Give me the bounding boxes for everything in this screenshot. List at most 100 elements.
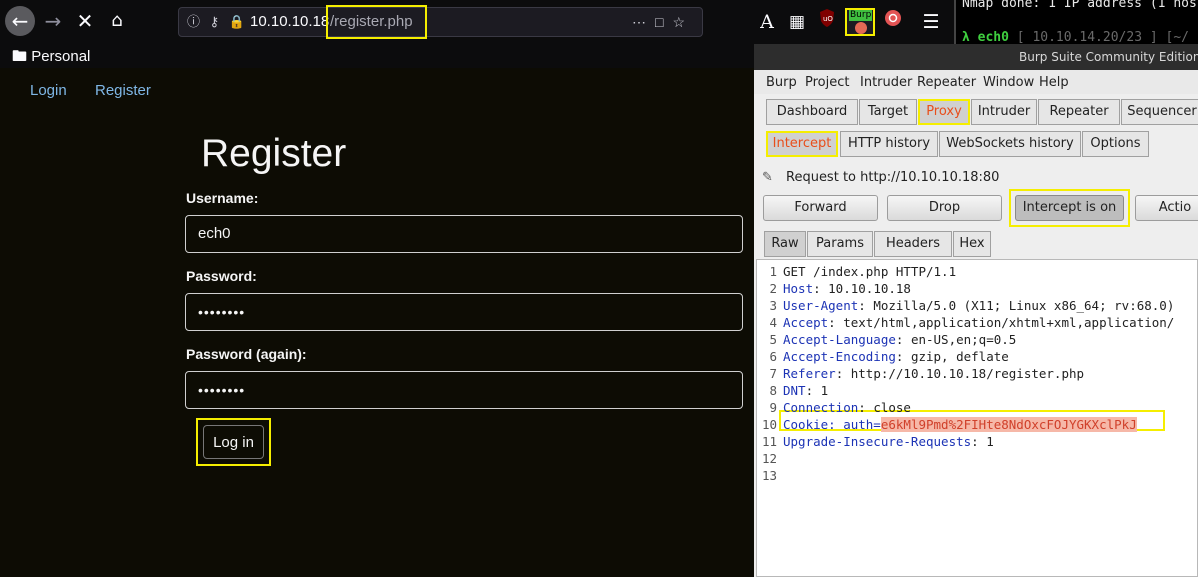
forward-button[interactable]: Forward	[763, 195, 878, 221]
tab-raw[interactable]: Raw	[764, 231, 806, 257]
tab-sequencer[interactable]: Sequencer	[1121, 99, 1198, 125]
site-info-icon[interactable]: ⓘ ⚷ 🔒	[187, 8, 248, 36]
menu-help[interactable]: Help	[1039, 75, 1069, 90]
tab-dashboard[interactable]: Dashboard	[766, 99, 858, 125]
forward-button[interactable]: →	[38, 6, 68, 36]
url-path: /register.php	[326, 5, 427, 39]
terminal-window: Nmap done: 1 IP address (1 hos λ ech0 [ …	[954, 0, 1198, 45]
line-number: 8	[769, 383, 777, 398]
intercept-toggle-button[interactable]: Intercept is on	[1015, 195, 1124, 221]
burp-dot-icon	[855, 22, 867, 34]
password-again-label: Password (again):	[186, 346, 307, 362]
drop-button[interactable]: Drop	[887, 195, 1002, 221]
auth-cookie-value: e6kMl9Pmd%2FIHte8NdOxcFOJYGKXclPkJ	[880, 417, 1137, 432]
tab-websockets-history[interactable]: WebSockets history	[939, 131, 1081, 157]
username-input[interactable]: ech0	[185, 215, 743, 253]
login-button[interactable]: Log in	[203, 425, 264, 459]
action-button[interactable]: Actio	[1135, 195, 1198, 221]
line-content: Accept-Encoding: gzip, deflate	[783, 348, 1009, 365]
burp-titlebar: Burp Suite Community Edition v2	[754, 44, 1198, 70]
header-value: : en-US,en;q=0.5	[895, 332, 1017, 347]
tab-intercept[interactable]: Intercept	[766, 131, 838, 157]
menu-burp[interactable]: Burp	[766, 75, 797, 90]
header-name: Upgrade-Insecure-Requests	[783, 434, 972, 449]
line-content: Accept-Language: en-US,en;q=0.5	[783, 331, 1016, 348]
login-link[interactable]: Login	[30, 82, 67, 99]
line-number: 9	[769, 400, 777, 415]
font-icon[interactable]: A	[756, 8, 778, 36]
tab-options[interactable]: Options	[1082, 131, 1149, 157]
tab-proxy[interactable]: Proxy	[918, 99, 970, 125]
prompt-path: [ 10.10.14.20/23 ] [~/	[1008, 30, 1189, 45]
url-bar[interactable]: ⓘ ⚷ 🔒 10.10.10.18 /register.php ⋯□☆	[178, 5, 703, 39]
line-content: GET /index.php HTTP/1.1	[783, 263, 956, 280]
line-number: 2	[769, 281, 777, 296]
line-content: Host: 10.10.10.18	[783, 280, 911, 297]
bookmark-label: Personal	[31, 48, 91, 65]
header-value: : 10.10.10.18	[813, 281, 911, 296]
line-number: 4	[769, 315, 777, 330]
tab-intruder[interactable]: Intruder	[971, 99, 1037, 125]
tab-headers[interactable]: Headers	[874, 231, 952, 257]
burp-extension-icon[interactable]: Burp	[845, 8, 875, 36]
burp-title: Burp Suite Community Edition v2	[1019, 50, 1198, 64]
browser-toolbar: ← → ✕ ⌂ ⓘ ⚷ 🔒 10.10.10.18 /register.php …	[0, 0, 954, 44]
header-value: : close	[858, 400, 911, 415]
url-host: 10.10.10.18	[250, 13, 330, 30]
menu-repeater[interactable]: Repeater	[917, 75, 976, 90]
hamburger-menu-icon[interactable]: ☰	[920, 8, 942, 36]
tab-http-history[interactable]: HTTP history	[840, 131, 938, 157]
password-input[interactable]: ••••••••	[185, 293, 743, 331]
pencil-icon: ✎	[762, 170, 773, 185]
register-link[interactable]: Register	[95, 82, 151, 99]
line-number: 11	[761, 434, 777, 449]
page-title: Register	[201, 132, 347, 175]
grid-icon[interactable]: ▦	[786, 8, 808, 36]
login-button-highlight: Log in	[196, 418, 271, 466]
line-number: 10	[761, 417, 777, 432]
stop-button[interactable]: ✕	[70, 6, 100, 36]
tab-hex[interactable]: Hex	[953, 231, 991, 257]
ublock-icon[interactable]: uO	[816, 8, 838, 36]
tab-repeater[interactable]: Repeater	[1038, 99, 1120, 125]
back-button[interactable]: ←	[5, 6, 35, 36]
menu-intruder[interactable]: Intruder	[860, 75, 912, 90]
request-editor[interactable]: 1 GET /index.php HTTP/1.1 2 Host: 10.10.10.…	[756, 259, 1198, 577]
tab-target[interactable]: Target	[859, 99, 917, 125]
line-content: Cookie: auth=e6kMl9Pmd%2FIHte8NdOxcFOJYG…	[783, 416, 1137, 433]
password-again-input[interactable]: ••••••••	[185, 371, 743, 409]
header-name: Accept-Language	[783, 332, 896, 347]
burp-badge: Burp	[849, 10, 873, 21]
line-number: 12	[761, 451, 777, 466]
header-value: GET /index.php HTTP/1.1	[783, 264, 957, 279]
request-target: ✎ Request to http://10.10.10.18:80	[762, 170, 999, 185]
header-name: Host	[783, 281, 814, 296]
line-number: 7	[769, 366, 777, 381]
terminal-prompt: λ ech0 [ 10.10.14.20/23 ] [~/	[962, 30, 1189, 45]
line-content: Connection: close	[783, 399, 911, 416]
line-number: 1	[769, 264, 777, 279]
burp-menubar: Burp Project Intruder Repeater Window He…	[754, 70, 1198, 94]
line-number: 5	[769, 332, 777, 347]
folder-icon: 🖿	[12, 48, 28, 65]
shield-icon[interactable]	[882, 8, 904, 36]
page-actions-icon[interactable]: ⋯□☆	[632, 8, 694, 36]
line-content: DNT: 1	[783, 382, 828, 399]
header-name: Accept	[783, 315, 829, 330]
header-name: Cookie	[783, 417, 829, 432]
header-value: : auth=	[828, 417, 881, 432]
line-content: Accept: text/html,application/xhtml+xml,…	[783, 314, 1174, 331]
header-name: Referer	[783, 366, 836, 381]
header-name: User-Agent	[783, 298, 859, 313]
menu-project[interactable]: Project	[805, 75, 849, 90]
menu-window[interactable]: Window	[983, 75, 1034, 90]
password-label: Password:	[186, 268, 257, 284]
line-content: Upgrade-Insecure-Requests: 1	[783, 433, 994, 450]
terminal-output: Nmap done: 1 IP address (1 hos	[962, 0, 1197, 11]
line-number: 3	[769, 298, 777, 313]
page-content: Login Register Register Username: ech0 P…	[0, 68, 754, 577]
home-button[interactable]: ⌂	[102, 6, 132, 36]
header-name: DNT	[783, 383, 806, 398]
tab-params[interactable]: Params	[807, 231, 873, 257]
line-content: User-Agent: Mozilla/5.0 (X11; Linux x86_…	[783, 297, 1174, 314]
